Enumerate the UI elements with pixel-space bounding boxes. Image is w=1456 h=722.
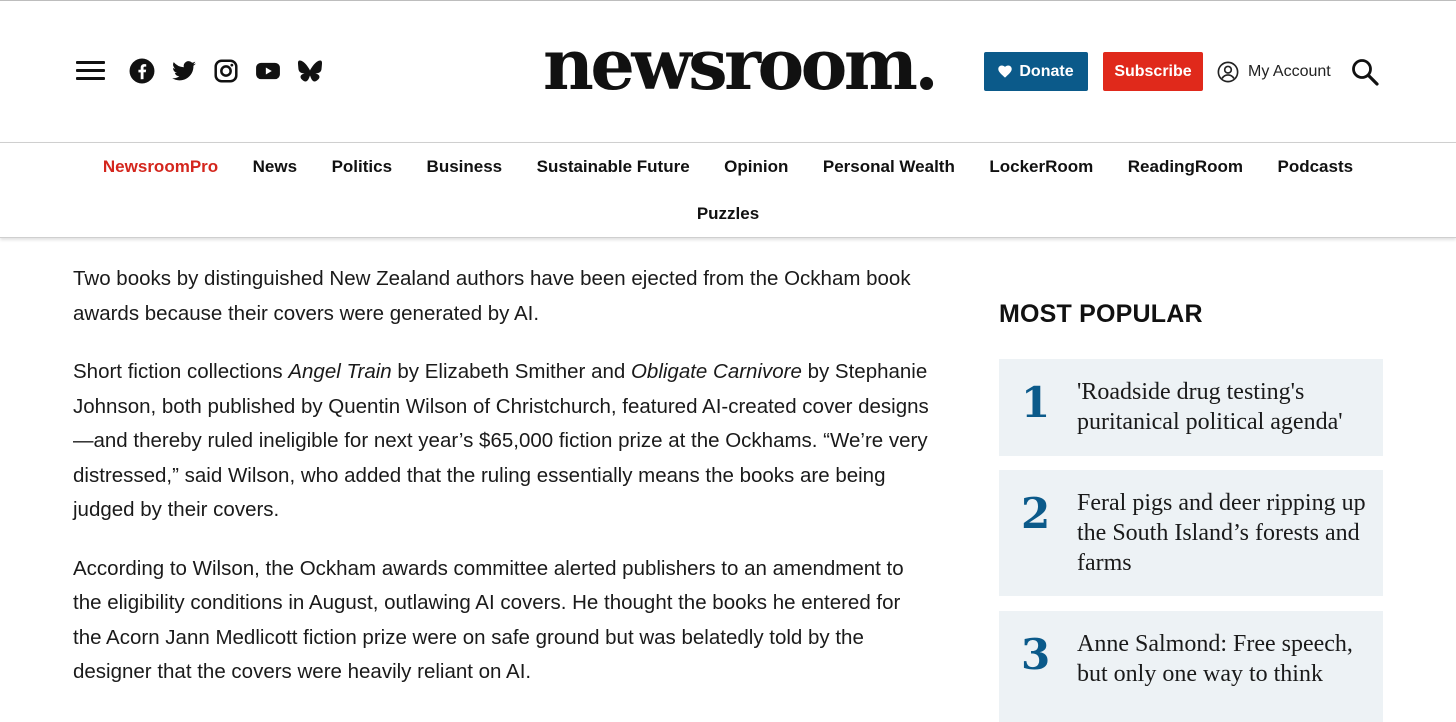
user-icon: [1217, 61, 1239, 83]
donate-label: Donate: [1019, 62, 1074, 80]
article-paragraph-3: According to Wilson, the Ockham awards c…: [73, 556, 904, 684]
site-header: newsroom. Donate Subscribe My Account: [0, 1, 1456, 142]
popular-item-3[interactable]: 3 Anne Salmond: Free speech, but only on…: [999, 611, 1383, 722]
nav-item-news[interactable]: News: [253, 157, 297, 177]
nav-item-politics[interactable]: Politics: [332, 157, 392, 177]
popular-rank-2: 2: [1021, 489, 1051, 538]
popular-item-1[interactable]: 1 'Roadside drug testing's puritanical p…: [999, 359, 1383, 456]
most-popular-heading: MOST POPULAR: [999, 300, 1203, 328]
donate-button[interactable]: Donate: [984, 52, 1088, 91]
nav-item-lockerroom[interactable]: LockerRoom: [989, 157, 1093, 177]
site-logo[interactable]: newsroom.: [543, 25, 968, 105]
article-paragraph-1: Two books by distinguished New Zealand a…: [73, 267, 911, 325]
nav-item-newsroompro[interactable]: NewsroomPro: [103, 157, 218, 177]
nav-item-puzzles[interactable]: Puzzles: [697, 204, 759, 224]
instagram-icon[interactable]: [212, 57, 240, 85]
youtube-icon[interactable]: [254, 57, 282, 85]
my-account-label: My Account: [1248, 63, 1331, 80]
nav-item-podcasts[interactable]: Podcasts: [1278, 157, 1354, 177]
facebook-icon[interactable]: [128, 57, 156, 85]
main-nav: NewsroomPro News Politics Business Susta…: [0, 142, 1456, 238]
article-paragraph-2: Short fiction collections Angel Train by…: [73, 360, 929, 521]
nav-row-primary: NewsroomPro News Politics Business Susta…: [0, 157, 1456, 177]
book-title-angel-train: Angel Train: [288, 360, 392, 383]
menu-icon[interactable]: [76, 60, 105, 82]
twitter-icon[interactable]: [170, 57, 198, 85]
my-account-link[interactable]: My Account: [1217, 60, 1331, 84]
subscribe-button[interactable]: Subscribe: [1103, 52, 1203, 91]
popular-title-2: Feral pigs and deer ripping up the South…: [1077, 490, 1366, 576]
bluesky-icon[interactable]: [296, 57, 324, 85]
popular-item-2[interactable]: 2 Feral pigs and deer ripping up the Sou…: [999, 470, 1383, 596]
nav-item-readingroom[interactable]: ReadingRoom: [1128, 157, 1243, 177]
nav-item-personal-wealth[interactable]: Personal Wealth: [823, 157, 955, 177]
popular-rank-3: 3: [1021, 630, 1051, 679]
book-title-obligate-carnivore: Obligate Carnivore: [630, 360, 802, 383]
heart-icon: [998, 65, 1013, 78]
popular-title-1: 'Roadside drug testing's puritanical pol…: [1077, 379, 1343, 435]
article-body: Two books by distinguished New Zealand a…: [73, 262, 933, 714]
search-icon[interactable]: [1351, 58, 1379, 86]
popular-title-3: Anne Salmond: Free speech, but only one …: [1077, 631, 1353, 687]
nav-row-secondary: Puzzles: [0, 204, 1456, 224]
nav-item-business[interactable]: Business: [427, 157, 503, 177]
nav-item-opinion[interactable]: Opinion: [724, 157, 788, 177]
popular-rank-1: 1: [1021, 378, 1051, 427]
nav-item-sustainable-future[interactable]: Sustainable Future: [537, 157, 690, 177]
